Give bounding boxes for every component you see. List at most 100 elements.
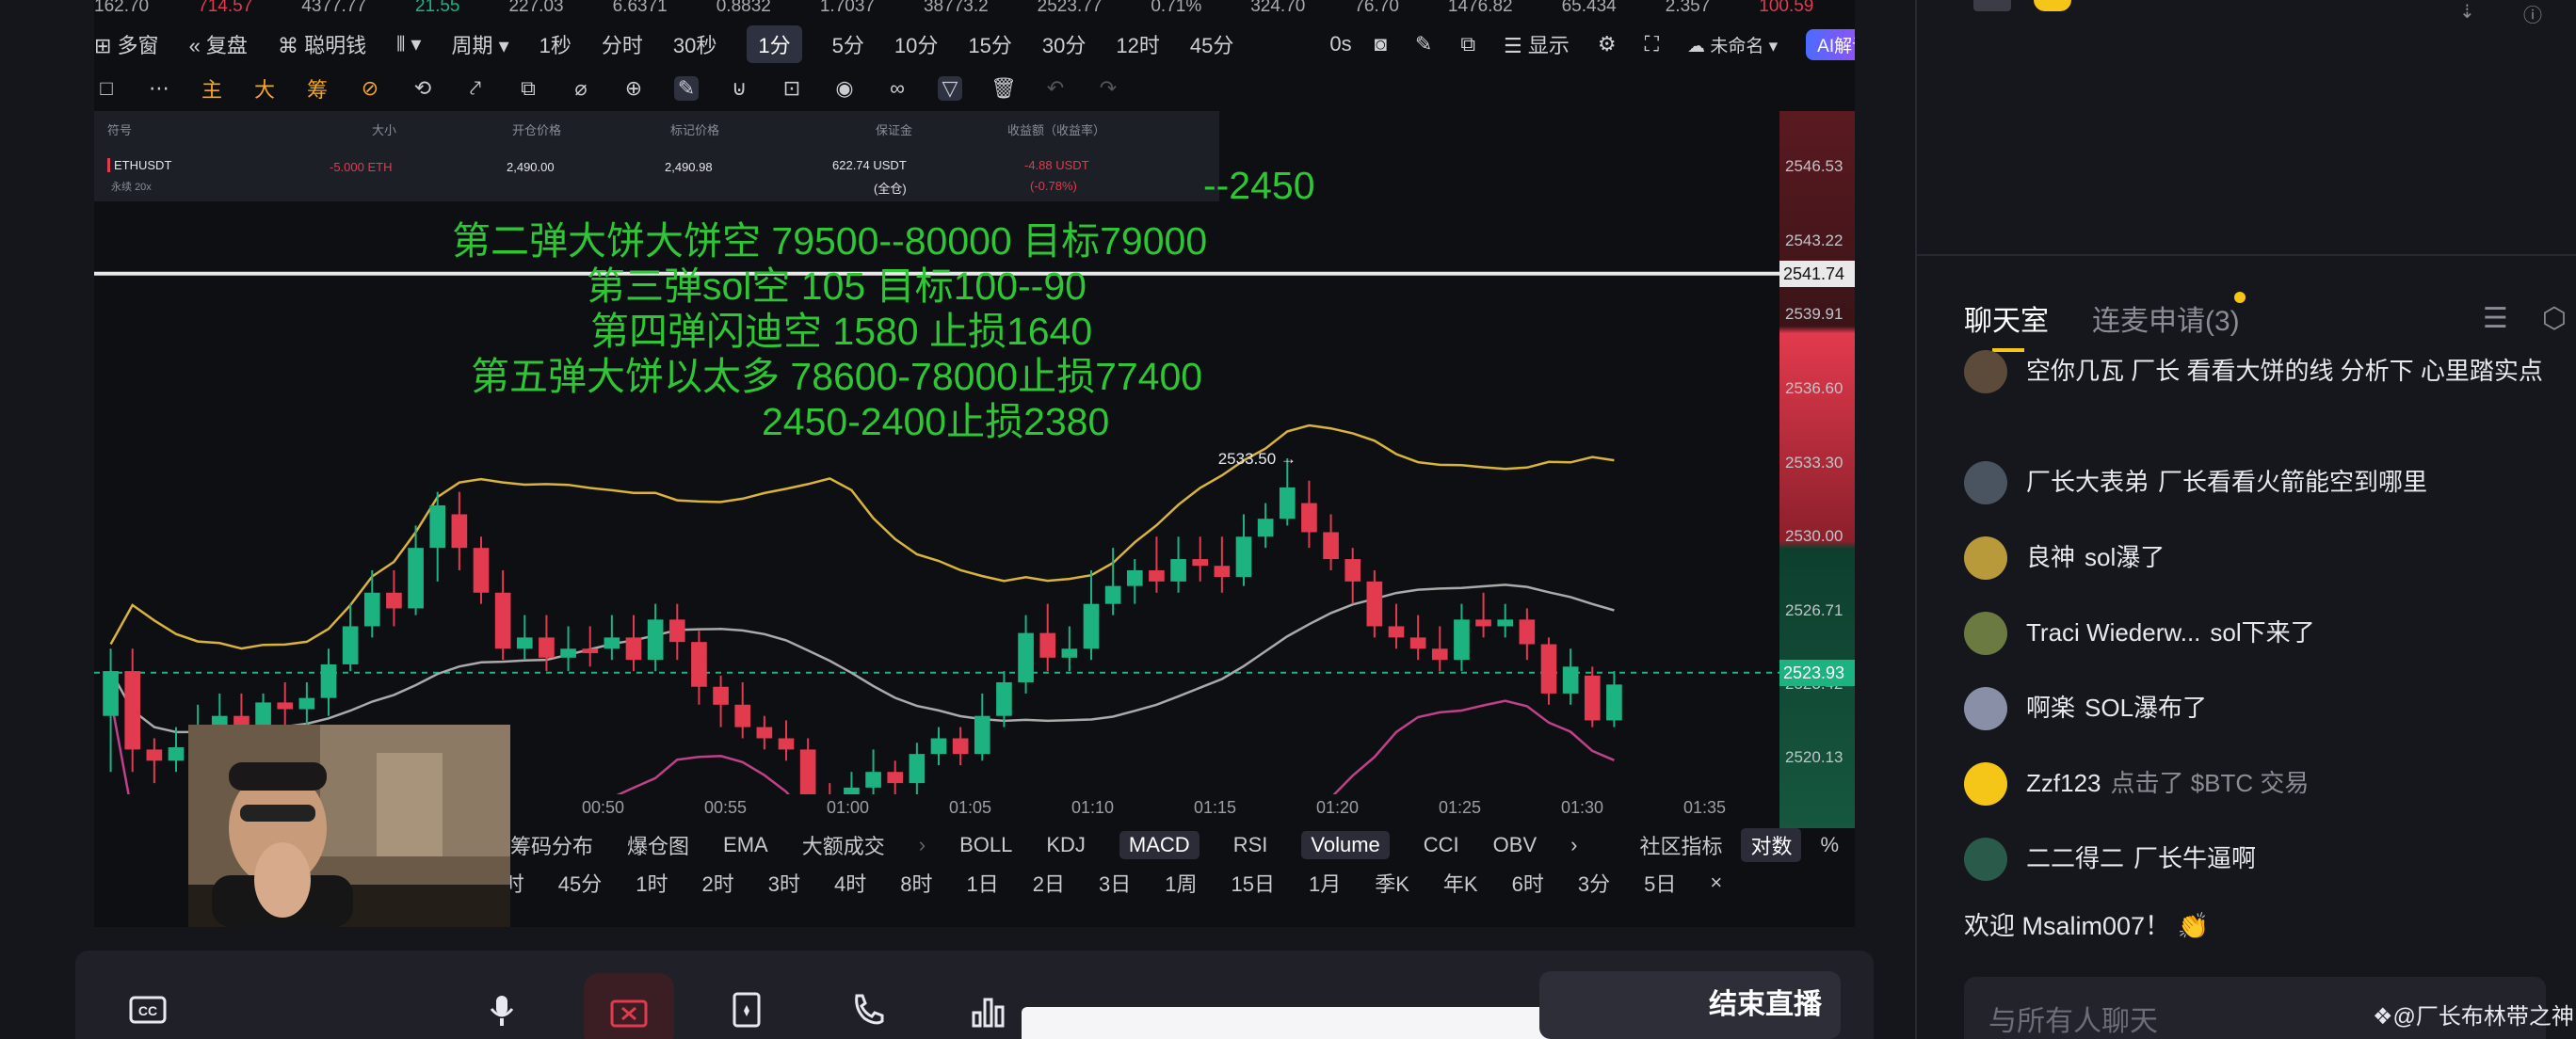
interval-12h[interactable]: 12时 [1116, 29, 1159, 59]
zoom-icon[interactable]: ⊕ [621, 76, 646, 101]
camera-icon[interactable]: ◙ [1375, 32, 1387, 56]
interval-30m[interactable]: 30分 [1042, 29, 1086, 59]
caption-icon[interactable]: CC [128, 990, 168, 1030]
log-button[interactable]: 对数 [1741, 828, 1802, 862]
multi-window-button[interactable]: ⊞ 多窗 [94, 29, 159, 59]
period-12[interactable]: 15日 [1231, 868, 1274, 898]
indicator-9[interactable]: Volume [1301, 831, 1390, 859]
microphone-icon[interactable] [482, 990, 522, 1030]
period-18[interactable]: 5日 [1644, 868, 1676, 898]
indicator-1[interactable]: 筹码分布 [510, 830, 593, 860]
chip-toggle[interactable]: 筹 [305, 73, 330, 104]
period-2[interactable]: 45分 [558, 868, 602, 898]
tab-chatroom[interactable]: 聊天室 [1964, 297, 2049, 339]
brush-icon[interactable]: ✎ [674, 76, 699, 101]
ai-analysis-button[interactable]: AI解读 [1806, 28, 1855, 60]
indicator-3[interactable]: EMA [723, 833, 768, 857]
lock-icon[interactable]: ⊡ [780, 76, 804, 101]
interval-45m[interactable]: 45分 [1190, 29, 1233, 59]
community-indicator-button[interactable]: 社区指标 [1639, 830, 1722, 860]
undo-icon[interactable]: ↶ [1043, 76, 1068, 101]
gift-icon[interactable] [727, 990, 766, 1030]
interval-1m[interactable]: 1分 [747, 25, 802, 63]
filter-icon[interactable]: ▽ [938, 76, 962, 101]
period-7[interactable]: 8时 [900, 868, 932, 898]
more-icon[interactable]: ⋯ [147, 76, 171, 101]
period-dropdown[interactable]: 周期 ▾ [451, 29, 508, 59]
stop-share-button[interactable] [584, 973, 674, 1039]
replay-button[interactable]: « 复盘 [189, 29, 248, 59]
period-15[interactable]: 年K [1443, 868, 1478, 898]
tab-mic-requests[interactable]: 连麦申请(3) [2092, 292, 2246, 339]
message-user[interactable]: Zzf123 [2026, 769, 2101, 797]
indicator-6[interactable]: KDJ [1046, 833, 1086, 857]
period-14[interactable]: 季K [1375, 868, 1409, 898]
period-5[interactable]: 3时 [768, 868, 800, 898]
interval-10m[interactable]: 10分 [894, 29, 938, 59]
interval-1s[interactable]: 1秒 [539, 29, 572, 59]
period-6[interactable]: 4时 [834, 868, 866, 898]
smart-money-button[interactable]: ⌘ 聪明钱 [278, 29, 366, 59]
chart-area[interactable]: 2533.50 → [94, 111, 1855, 828]
copy-icon[interactable]: ⧉ [516, 76, 540, 101]
indicator-11[interactable]: OBV [1493, 833, 1537, 857]
indicator-2[interactable]: 爆仓图 [627, 830, 689, 860]
period-17[interactable]: 3分 [1578, 868, 1610, 898]
symbol-value[interactable]: ETHUSDT [107, 158, 171, 172]
message-user[interactable]: 良神 [2026, 543, 2075, 571]
message-user[interactable]: Traci Wiederw... [2026, 618, 2200, 647]
period-8[interactable]: 1日 [966, 868, 998, 898]
chart-type-icon[interactable]: ⫴ ▾ [396, 32, 421, 56]
trash-icon[interactable]: 🗑 [990, 76, 1017, 101]
avatar[interactable] [1964, 536, 2007, 580]
notes-icon[interactable]: ☰ [2483, 302, 2508, 335]
indicator-10[interactable]: CCI [1424, 833, 1459, 857]
period-3[interactable]: 1时 [636, 868, 668, 898]
message-user[interactable]: 二二得二 [2026, 844, 2124, 872]
chevron-right-icon[interactable]: › [919, 833, 926, 857]
period-13[interactable]: 1月 [1309, 868, 1341, 898]
rectangle-icon[interactable]: □ [94, 76, 119, 101]
external-icon[interactable]: ⧉ [1460, 32, 1475, 56]
period-4[interactable]: 2时 [701, 868, 733, 898]
stats-icon[interactable] [968, 990, 1007, 1030]
redo-icon[interactable]: ↷ [1096, 76, 1120, 101]
crossed-icon[interactable]: ⊘ [358, 76, 382, 101]
message-user[interactable]: 厂长大表弟 [2026, 468, 2149, 496]
avatar[interactable] [1964, 461, 2007, 504]
avatar[interactable] [1964, 612, 2007, 655]
close-icon[interactable]: × [1710, 871, 1722, 895]
trend-icon[interactable]: ⤤ [463, 76, 488, 101]
message-user[interactable]: 啊楽 [2026, 694, 2075, 722]
percent-button[interactable]: % [1820, 833, 1839, 857]
end-live-button[interactable]: 结束直播 [1539, 971, 1841, 1039]
display-button[interactable]: ☰ 显示 [1504, 29, 1570, 59]
avatar[interactable] [1964, 838, 2007, 881]
period-10[interactable]: 3日 [1099, 868, 1131, 898]
pen-icon[interactable]: ✎ [1415, 32, 1432, 56]
fullscreen-icon[interactable]: ⛶ [1645, 32, 1659, 56]
period-9[interactable]: 2日 [1033, 868, 1065, 898]
call-icon[interactable] [847, 990, 887, 1030]
indicator-7[interactable]: MACD [1119, 831, 1199, 859]
layout-dropdown[interactable]: ☁ 未命名 ▾ [1687, 32, 1778, 57]
large-order-toggle[interactable]: 大 [252, 73, 277, 104]
interval-5m[interactable]: 5分 [832, 29, 864, 59]
indicator-5[interactable]: BOLL [959, 833, 1012, 857]
interval-15m[interactable]: 15分 [968, 29, 1011, 59]
interval-timeshare[interactable]: 分时 [602, 29, 643, 59]
avatar[interactable] [1964, 762, 2007, 806]
eye-icon[interactable]: ◉ [832, 76, 857, 101]
avatar[interactable] [1964, 350, 2007, 393]
indicator-8[interactable]: RSI [1233, 833, 1268, 857]
period-16[interactable]: 6时 [1512, 868, 1544, 898]
expand-icon[interactable]: ⇣ [2459, 0, 2475, 24]
sync-icon[interactable]: ⟲ [411, 76, 435, 101]
price-axis[interactable]: 2546.53 2543.22 2539.91 2536.60 2533.30 2530.… [1779, 111, 1855, 828]
settings-icon[interactable]: ⚙ [1598, 32, 1617, 56]
settings-hex-icon[interactable]: ⬡ [2542, 302, 2567, 335]
magnet-icon[interactable]: ⊍ [727, 76, 751, 101]
candlestick-chart[interactable]: 2533.50 → [94, 111, 1779, 794]
avatar[interactable] [1964, 687, 2007, 730]
indicator-4[interactable]: 大额成交 [802, 830, 885, 860]
